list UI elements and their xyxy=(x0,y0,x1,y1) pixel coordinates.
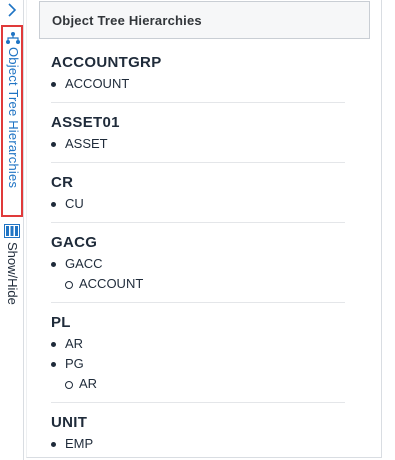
side-strip: Object Tree Hierarchies Show/Hide xyxy=(0,0,24,460)
group-items: EMP xyxy=(51,434,345,454)
panel-title: Object Tree Hierarchies xyxy=(39,1,370,39)
group-title: CR xyxy=(51,174,74,191)
group-title: GACG xyxy=(51,234,98,251)
list-item[interactable]: GACC xyxy=(51,254,345,274)
group-title: PL xyxy=(51,314,71,331)
group-title: ASSET01 xyxy=(51,114,120,131)
list-item[interactable]: ACCOUNT xyxy=(51,74,345,94)
hierarchy-group: PL AR PG AR xyxy=(51,312,345,403)
group-items: ACCOUNT xyxy=(51,74,345,94)
list-item[interactable]: EMP xyxy=(51,434,345,454)
hierarchy-group: ASSET01 ASSET xyxy=(51,112,345,163)
list-item[interactable]: ASSET xyxy=(51,134,345,154)
group-items: GACC ACCOUNT xyxy=(51,254,345,294)
hierarchy-group: UNIT EMP xyxy=(51,412,345,460)
group-items: ASSET xyxy=(51,134,345,154)
sub-list-item[interactable]: AR xyxy=(51,374,345,394)
list-item[interactable]: AR xyxy=(51,334,345,354)
group-items: AR PG AR xyxy=(51,334,345,394)
tab-object-tree-hierarchies[interactable]: Object Tree Hierarchies xyxy=(1,25,23,217)
chevron-right-icon[interactable] xyxy=(4,2,20,18)
group-items: CU xyxy=(51,194,345,214)
sub-list-item[interactable]: ACCOUNT xyxy=(51,274,345,294)
group-title: ACCOUNTGRP xyxy=(51,54,162,71)
list-item[interactable]: PG xyxy=(51,354,345,374)
app-root: Object Tree Hierarchies Show/Hide Object… xyxy=(0,0,395,460)
hierarchy-tree: ACCOUNTGRP ACCOUNT ASSET01 ASSET CR CU G… xyxy=(51,52,371,460)
tab-show-hide-label: Show/Hide xyxy=(5,242,20,305)
hierarchy-group: GACG GACC ACCOUNT xyxy=(51,232,345,303)
hierarchy-icon xyxy=(5,31,21,45)
hierarchy-group: CR CU xyxy=(51,172,345,223)
tab-show-hide[interactable]: Show/Hide xyxy=(1,222,23,326)
hierarchy-group: ACCOUNTGRP ACCOUNT xyxy=(51,52,345,103)
tab-object-tree-hierarchies-label: Object Tree Hierarchies xyxy=(6,47,21,189)
list-item[interactable]: CU xyxy=(51,194,345,214)
object-tree-panel: Object Tree Hierarchies ACCOUNTGRP ACCOU… xyxy=(24,0,395,460)
group-title: UNIT xyxy=(51,414,88,431)
columns-icon xyxy=(4,224,20,238)
